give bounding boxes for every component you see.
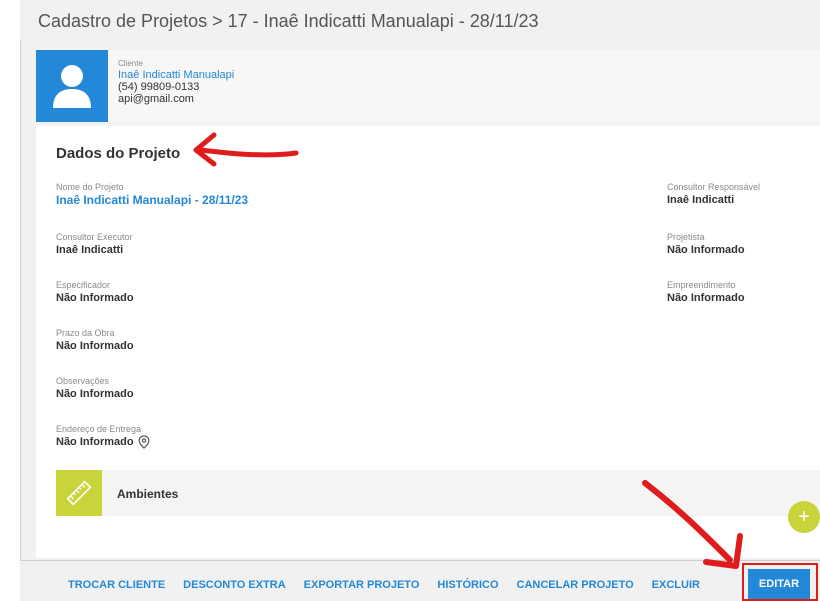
arrow-annotation	[642, 480, 743, 569]
arrow-annotation	[193, 132, 299, 167]
annotation-arrows	[193, 132, 743, 569]
